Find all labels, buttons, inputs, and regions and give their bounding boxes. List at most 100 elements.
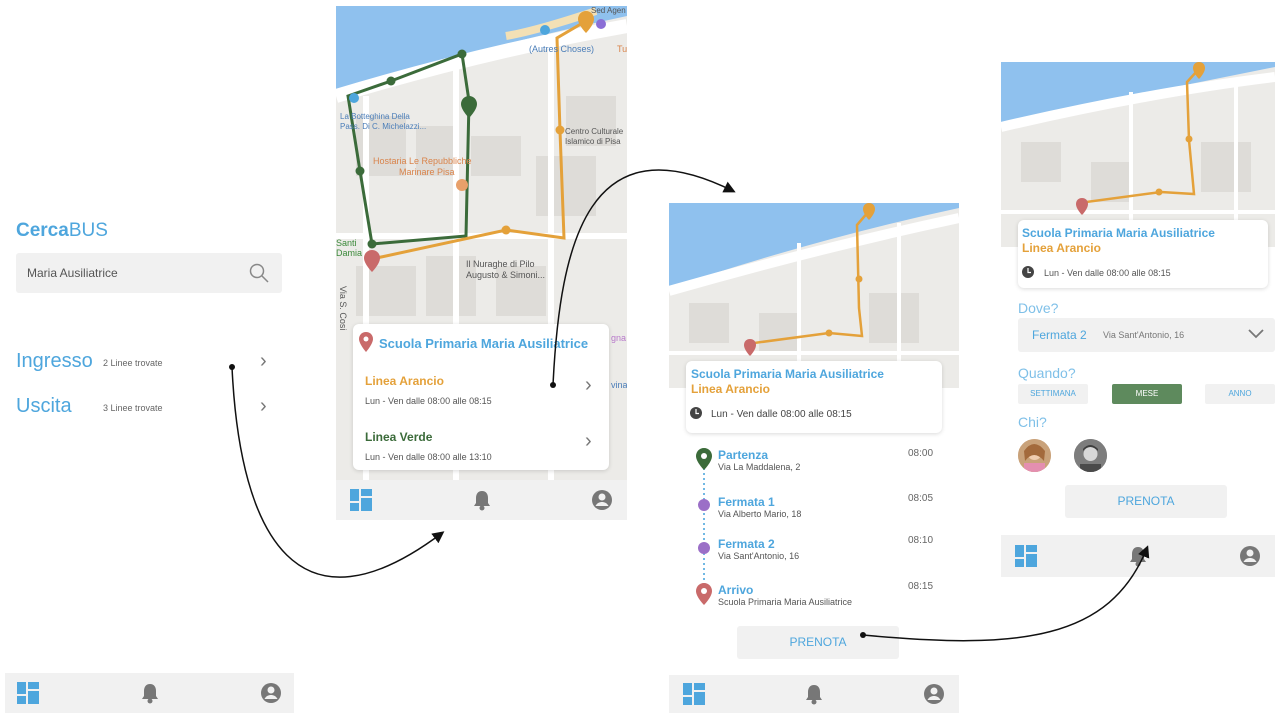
stop-list: Partenza Via La Maddalena, 2 08:00 Ferma… xyxy=(694,448,939,613)
school-name: Scuola Primaria Maria Ausiliatrice xyxy=(379,336,589,351)
chevron-right-icon[interactable]: › xyxy=(260,350,267,373)
line-item-verde[interactable]: Linea Verde Lun - Ven dalle 08:00 alle 1… xyxy=(365,430,605,466)
screen-booking: Scuola Primaria Maria Ausiliatrice Linea… xyxy=(1001,62,1275,577)
map-label: Via S. Cosi xyxy=(338,286,348,331)
school-name: Scuola Primaria Maria Ausiliatrice xyxy=(691,367,884,381)
route-connector xyxy=(696,448,712,605)
screen-search: CercaBUS Maria Ausiliatrice Ingresso 2 L… xyxy=(0,0,300,713)
search-icon[interactable] xyxy=(248,262,270,284)
stop-address: Scuola Primaria Maria Ausiliatrice xyxy=(718,597,853,607)
map-label: Islamico di Pisa xyxy=(565,137,621,146)
period-year[interactable]: ANNO xyxy=(1205,384,1275,404)
map-label: vina xyxy=(611,380,627,390)
map-label: Centro Culturale xyxy=(565,127,624,136)
tab-bar xyxy=(669,675,959,713)
map-label: La Botteghina Della xyxy=(340,112,410,121)
period-week[interactable]: SETTIMANA xyxy=(1018,384,1088,404)
clock-icon xyxy=(690,407,702,419)
stop-select[interactable]: Fermata 2 Via Sant'Antonio, 16 xyxy=(1018,318,1275,352)
dashboard-icon[interactable] xyxy=(683,683,705,705)
map-label: gna xyxy=(611,333,627,343)
line-name: Linea Arancio xyxy=(1022,241,1101,255)
map-label: Hostaria Le Repubbliche xyxy=(373,156,472,166)
tab-bar xyxy=(1001,535,1275,577)
stop-name: Arrivo xyxy=(718,583,754,597)
map-label: Santi xyxy=(336,238,357,248)
app-logo: CercaBUS xyxy=(16,220,108,242)
who-label: Chi? xyxy=(1018,414,1047,430)
map-label: Marinare Pisa xyxy=(399,167,455,177)
chevron-right-icon[interactable]: › xyxy=(585,374,592,397)
tab-bar xyxy=(5,673,294,713)
line-time: Lun - Ven dalle 08:00 alle 08:15 xyxy=(711,409,852,420)
chevron-right-icon[interactable]: › xyxy=(260,395,267,418)
profile-icon[interactable] xyxy=(923,683,945,705)
map-label: Pass. Di C. Michelazzi... xyxy=(340,122,427,131)
avatar-child-2[interactable] xyxy=(1074,439,1107,472)
stop-time: 08:05 xyxy=(908,493,934,504)
chevron-down-icon[interactable] xyxy=(1248,329,1264,339)
stop-name: Fermata 2 xyxy=(718,537,775,551)
line-card: Scuola Primaria Maria Ausiliatrice Linea… xyxy=(686,361,942,433)
dashboard-icon[interactable] xyxy=(1015,545,1037,567)
selected-stop-address: Via Sant'Antonio, 16 xyxy=(1103,330,1185,340)
list-item-uscita[interactable]: Uscita 3 Linee trovate › xyxy=(16,395,282,423)
search-box[interactable]: Maria Ausiliatrice xyxy=(16,253,282,293)
school-name: Scuola Primaria Maria Ausiliatrice xyxy=(1022,226,1215,240)
line-name: Linea Arancio xyxy=(691,382,770,396)
stop-address: Via La Maddalena, 2 xyxy=(718,462,801,472)
logo-bus: BUS xyxy=(68,220,108,241)
line-item-arancio[interactable]: Linea Arancio Lun - Ven dalle 08:00 alle… xyxy=(365,374,605,410)
logo-cerca: Cerca xyxy=(16,220,69,241)
clock-icon xyxy=(1022,266,1034,278)
profile-icon[interactable] xyxy=(260,682,282,704)
row-label: Ingresso xyxy=(16,350,93,372)
dashboard-icon[interactable] xyxy=(17,682,39,704)
map-label: Damia xyxy=(336,248,363,258)
bell-icon[interactable] xyxy=(140,682,160,704)
book-button[interactable]: PRENOTA xyxy=(1065,485,1227,518)
stop-time: 08:10 xyxy=(908,535,934,546)
map-label: Augusto & Simoni... xyxy=(466,270,546,280)
avatar-child-1[interactable] xyxy=(1018,439,1051,472)
where-label: Dove? xyxy=(1018,300,1059,316)
stop-address: Via Alberto Mario, 18 xyxy=(718,509,802,519)
stop-time: 08:15 xyxy=(908,581,934,592)
bell-icon[interactable] xyxy=(1128,545,1148,567)
profile-icon[interactable] xyxy=(1239,545,1261,567)
selected-stop: Fermata 2 xyxy=(1032,328,1087,342)
book-button[interactable]: PRENOTA xyxy=(737,626,899,659)
map-label: Tu xyxy=(617,44,627,54)
bell-icon[interactable] xyxy=(804,683,824,705)
search-input[interactable]: Maria Ausiliatrice xyxy=(27,266,118,280)
map-label: Il Nuraghe di Pilo xyxy=(466,259,535,269)
screen-line-detail: Scuola Primaria Maria Ausiliatrice Linea… xyxy=(669,203,959,713)
row-count: 3 Linee trovate xyxy=(103,403,163,413)
line-name: Linea Verde xyxy=(365,430,433,444)
screen-lines: (Autres Choses) La Botteghina Della Pass… xyxy=(336,6,627,520)
stop-address: Via Sant'Antonio, 16 xyxy=(718,551,800,561)
school-card: Scuola Primaria Maria Ausiliatrice Linea… xyxy=(353,324,609,470)
map-label: (Autres Choses) xyxy=(529,44,595,54)
stop-name: Fermata 1 xyxy=(718,495,775,509)
line-card: Scuola Primaria Maria Ausiliatrice Linea… xyxy=(1018,220,1268,288)
child-boy-icon xyxy=(1074,439,1107,472)
map-label: Sed Agen xyxy=(591,6,626,15)
period-month[interactable]: MESE xyxy=(1112,384,1182,404)
row-label: Uscita xyxy=(16,395,72,417)
line-name: Linea Arancio xyxy=(365,374,444,388)
line-time: Lun - Ven dalle 08:00 alle 08:15 xyxy=(1044,268,1171,278)
row-count: 2 Linee trovate xyxy=(103,358,163,368)
profile-icon[interactable] xyxy=(591,489,613,511)
chevron-right-icon[interactable]: › xyxy=(585,430,592,453)
when-label: Quando? xyxy=(1018,365,1076,381)
line-time: Lun - Ven dalle 08:00 alle 08:15 xyxy=(365,396,492,406)
stop-name: Partenza xyxy=(718,448,769,462)
stop-time: 08:00 xyxy=(908,448,934,459)
bell-icon[interactable] xyxy=(472,489,492,511)
dashboard-icon[interactable] xyxy=(350,489,372,511)
list-item-ingresso[interactable]: Ingresso 2 Linee trovate › xyxy=(16,350,282,378)
line-time: Lun - Ven dalle 08:00 alle 13:10 xyxy=(365,452,492,462)
tab-bar xyxy=(336,480,627,520)
location-pin-icon xyxy=(359,332,373,352)
